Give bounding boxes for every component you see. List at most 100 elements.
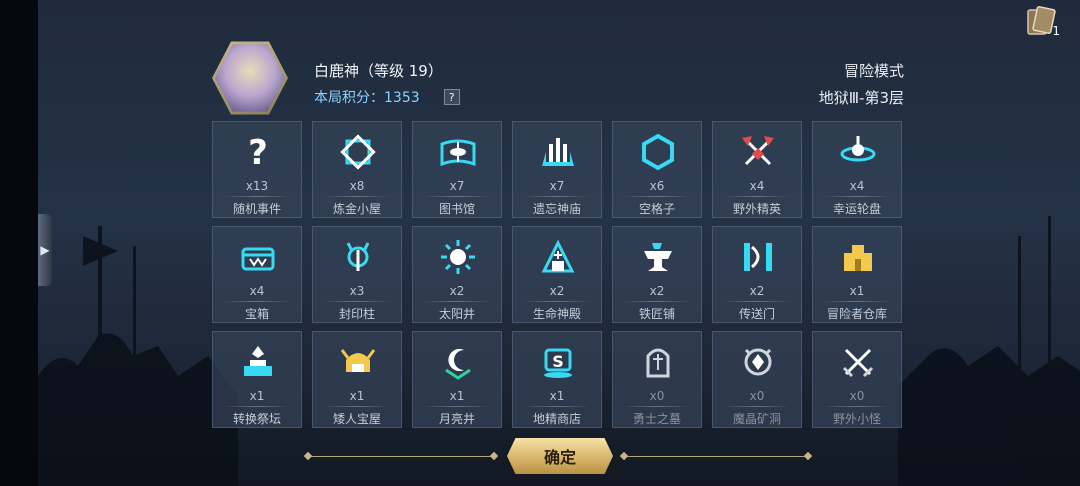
tile-alchemy[interactable]: x8 炼金小屋 bbox=[312, 121, 402, 218]
tile-count: x2 bbox=[649, 284, 665, 298]
tile-label: 地精商店 bbox=[532, 412, 581, 426]
tile-divider bbox=[223, 196, 291, 197]
tile-count: x0 bbox=[749, 389, 765, 403]
tile-label: 矮人宝屋 bbox=[332, 412, 381, 426]
tile-count: x7 bbox=[449, 179, 465, 193]
tile-count: x13 bbox=[245, 179, 269, 193]
tile-count: x1 bbox=[249, 389, 265, 403]
tile-count: x0 bbox=[849, 389, 865, 403]
card-count: 1 bbox=[1052, 24, 1060, 38]
tile-label: 月亮井 bbox=[438, 412, 475, 426]
tile-divider bbox=[523, 196, 591, 197]
tile-label: 勇士之墓 bbox=[632, 412, 681, 426]
hero-header: 白鹿神（等级 19） 本局积分：1353 ? 冒险模式 地狱Ⅲ-第3层 bbox=[212, 40, 904, 115]
tile-count: x1 bbox=[349, 389, 365, 403]
portal-icon bbox=[744, 243, 772, 271]
tile-divider bbox=[423, 406, 491, 407]
moon-well-icon bbox=[445, 349, 471, 380]
mode-title: 冒险模式 bbox=[843, 62, 904, 80]
score-text: 本局积分：1353 bbox=[314, 90, 420, 106]
help-icon[interactable]: ? bbox=[443, 89, 460, 105]
tile-label: 随机事件 bbox=[232, 202, 281, 216]
tile-label: 幸运轮盘 bbox=[832, 202, 881, 216]
tile-dwarf-helmet[interactable]: x1 矮人宝屋 bbox=[312, 331, 402, 428]
tile-question[interactable]: ? x13 随机事件 bbox=[212, 121, 302, 218]
tile-label: 冒险者仓库 bbox=[826, 307, 887, 321]
left-edge-bar bbox=[0, 0, 38, 486]
tile-label: 封印柱 bbox=[338, 307, 375, 321]
tile-label: 生命神殿 bbox=[532, 307, 581, 321]
tile-chest[interactable]: x4 宝箱 bbox=[212, 226, 302, 323]
tile-count: x1 bbox=[449, 389, 465, 403]
tile-seal-pillar[interactable]: x3 封印柱 bbox=[312, 226, 402, 323]
anvil-icon bbox=[644, 243, 672, 271]
life-shrine-icon bbox=[541, 239, 575, 273]
tile-count: x1 bbox=[549, 389, 565, 403]
floor-label: 地狱Ⅲ-第3层 bbox=[818, 89, 904, 107]
tile-crossed-axes[interactable]: x4 野外精英 bbox=[712, 121, 802, 218]
tile-count: x2 bbox=[549, 284, 565, 298]
chevron-right-icon: ▶ bbox=[40, 243, 50, 257]
tile-wheel[interactable]: x4 幸运轮盘 bbox=[812, 121, 902, 218]
tile-count: x4 bbox=[849, 179, 865, 193]
tile-book[interactable]: x7 图书馆 bbox=[412, 121, 502, 218]
tile-label: 图书馆 bbox=[438, 202, 475, 216]
tile-tomb[interactable]: x0 勇士之墓 bbox=[612, 331, 702, 428]
tile-crystal-mine[interactable]: x0 魔晶矿洞 bbox=[712, 331, 802, 428]
side-expand-tab[interactable]: ▶ bbox=[38, 214, 52, 286]
sun-well-icon bbox=[441, 240, 475, 274]
left-ornament-line bbox=[308, 456, 494, 457]
hero-avatar[interactable] bbox=[212, 41, 288, 115]
tile-label: 炼金小屋 bbox=[332, 202, 381, 216]
tile-divider bbox=[723, 196, 791, 197]
tile-shop[interactable]: Sx1 地精商店 bbox=[512, 331, 602, 428]
shop-icon: S bbox=[544, 348, 572, 378]
tile-divider bbox=[323, 196, 391, 197]
hexagon-icon bbox=[642, 133, 674, 171]
tile-divider bbox=[423, 196, 491, 197]
tile-divider bbox=[223, 301, 291, 302]
tile-temple[interactable]: x7 遗忘神庙 bbox=[512, 121, 602, 218]
book-icon bbox=[440, 139, 476, 167]
temple-icon bbox=[542, 138, 574, 166]
tile-sun-well[interactable]: x2 太阳井 bbox=[412, 226, 502, 323]
tile-label: 野外精英 bbox=[732, 202, 781, 216]
tile-label: 转换祭坛 bbox=[232, 412, 281, 426]
tile-label: 遗忘神庙 bbox=[532, 202, 581, 216]
tile-label: 空格子 bbox=[638, 202, 675, 216]
tile-divider bbox=[723, 301, 791, 302]
tile-count: x6 bbox=[649, 179, 665, 193]
question-icon: ? bbox=[248, 133, 268, 172]
tile-life-shrine[interactable]: x2 生命神殿 bbox=[512, 226, 602, 323]
tile-hexagon[interactable]: x6 空格子 bbox=[612, 121, 702, 218]
tile-label: 宝箱 bbox=[244, 307, 269, 321]
dwarf-helmet-icon bbox=[340, 349, 376, 372]
tile-count: x3 bbox=[349, 284, 365, 298]
tile-count: x0 bbox=[649, 389, 665, 403]
tile-divider bbox=[223, 406, 291, 407]
tile-count: x8 bbox=[349, 179, 365, 193]
tile-count: x4 bbox=[249, 284, 265, 298]
tile-label: 野外小怪 bbox=[832, 412, 881, 426]
tile-divider bbox=[823, 406, 891, 407]
tile-count: x2 bbox=[749, 284, 765, 298]
tile-divider bbox=[823, 196, 891, 197]
tile-count: x1 bbox=[849, 284, 865, 298]
tile-divider bbox=[623, 301, 691, 302]
tile-warehouse[interactable]: x1 冒险者仓库 bbox=[812, 226, 902, 323]
wheel-icon bbox=[840, 136, 876, 162]
tile-portal[interactable]: x2 传送门 bbox=[712, 226, 802, 323]
crossed-axes-icon bbox=[742, 136, 774, 166]
tile-altar[interactable]: x1 转换祭坛 bbox=[212, 331, 302, 428]
tile-anvil[interactable]: x2 铁匠铺 bbox=[612, 226, 702, 323]
tile-label: 太阳井 bbox=[438, 307, 475, 321]
tomb-icon bbox=[646, 348, 670, 378]
altar-icon bbox=[244, 346, 272, 376]
tile-divider bbox=[523, 301, 591, 302]
tile-divider bbox=[523, 406, 591, 407]
confirm-button[interactable]: 确定 bbox=[507, 438, 613, 474]
tile-crossed-swords[interactable]: x0 野外小怪 bbox=[812, 331, 902, 428]
hero-name: 白鹿神（等级 19） bbox=[314, 62, 443, 80]
tile-moon-well[interactable]: x1 月亮井 bbox=[412, 331, 502, 428]
chest-icon bbox=[241, 247, 275, 271]
